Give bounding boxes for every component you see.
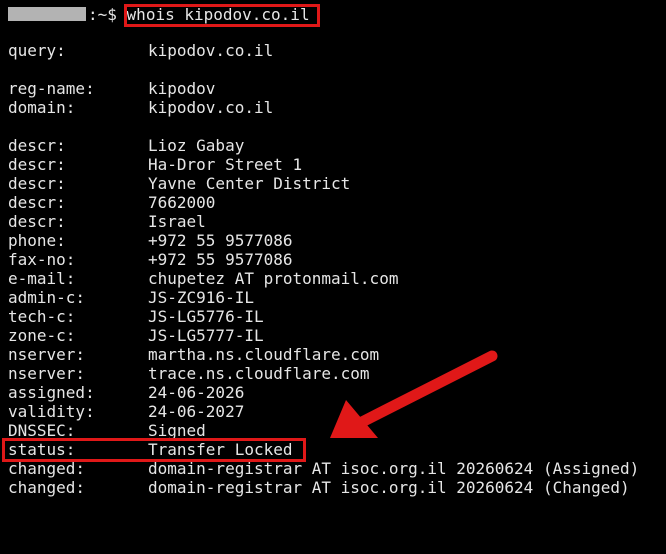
whois-key: query:: [8, 41, 66, 60]
command-highlight-box: [124, 4, 320, 27]
whois-row-descr: descr: Yavne Center District: [8, 174, 350, 193]
whois-key: changed:: [8, 478, 86, 497]
whois-row-validity: validity: 24-06-2027: [8, 402, 244, 421]
whois-value: Lioz Gabay: [148, 136, 245, 155]
whois-row-tech-c: tech-c: JS-LG5776-IL: [8, 307, 264, 326]
whois-key: nserver:: [8, 345, 86, 364]
whois-key: validity:: [8, 402, 95, 421]
whois-key: admin-c:: [8, 288, 86, 307]
whois-value: Ha-Dror Street 1: [148, 155, 303, 174]
status-highlight-box: [2, 438, 306, 462]
whois-row-fax: fax-no: +972 55 9577086: [8, 250, 293, 269]
whois-value: chupetez AT protonmail.com: [148, 269, 399, 288]
prompt-suffix: :~$: [88, 5, 117, 24]
whois-key: fax-no:: [8, 250, 76, 269]
whois-value: +972 55 9577086: [148, 250, 293, 269]
whois-key: descr:: [8, 212, 66, 231]
whois-key: zone-c:: [8, 326, 76, 345]
whois-value: trace.ns.cloudflare.com: [148, 364, 370, 383]
whois-row-changed: changed: domain-registrar AT isoc.org.il…: [8, 478, 630, 497]
whois-row-descr: descr: Israel: [8, 212, 206, 231]
whois-key: descr:: [8, 193, 66, 212]
whois-key: descr:: [8, 155, 66, 174]
whois-key: nserver:: [8, 364, 86, 383]
whois-value: Israel: [148, 212, 206, 231]
whois-value: 24-06-2027: [148, 402, 245, 421]
whois-row-assigned: assigned: 24-06-2026: [8, 383, 244, 402]
whois-value: 7662000: [148, 193, 216, 212]
redacted-username: [8, 7, 86, 21]
whois-value: martha.ns.cloudflare.com: [148, 345, 380, 364]
whois-key: domain:: [8, 98, 76, 117]
whois-row-email: e-mail: chupetez AT protonmail.com: [8, 269, 398, 288]
whois-value: domain-registrar AT isoc.org.il 20260624…: [148, 478, 630, 497]
whois-row-nserver: nserver: martha.ns.cloudflare.com: [8, 345, 379, 364]
whois-value: JS-LG5776-IL: [148, 307, 264, 326]
whois-value: kipodov: [148, 79, 216, 98]
whois-row-nserver: nserver: trace.ns.cloudflare.com: [8, 364, 370, 383]
terminal-window[interactable]: :~$ whois kipodov.co.il query: kipodov.c…: [0, 0, 666, 530]
whois-value: +972 55 9577086: [148, 231, 293, 250]
whois-key: tech-c:: [8, 307, 76, 326]
whois-key: descr:: [8, 174, 66, 193]
whois-row-query: query: kipodov.co.il: [8, 41, 273, 60]
whois-row-admin-c: admin-c: JS-ZC916-IL: [8, 288, 254, 307]
whois-row-descr: descr: 7662000: [8, 193, 215, 212]
whois-value: JS-ZC916-IL: [148, 288, 254, 307]
whois-row-descr: descr: Ha-Dror Street 1: [8, 155, 302, 174]
whois-row-reg-name: reg-name: kipodov: [8, 79, 215, 98]
whois-key: phone:: [8, 231, 66, 250]
whois-key: assigned:: [8, 383, 95, 402]
whois-value: kipodov.co.il: [148, 41, 274, 60]
whois-row-descr: descr: Lioz Gabay: [8, 136, 244, 155]
whois-value: kipodov.co.il: [148, 98, 274, 117]
whois-value: 24-06-2026: [148, 383, 245, 402]
whois-row-phone: phone: +972 55 9577086: [8, 231, 293, 250]
whois-key: e-mail:: [8, 269, 76, 288]
whois-value: Yavne Center District: [148, 174, 351, 193]
whois-row-zone-c: zone-c: JS-LG5777-IL: [8, 326, 264, 345]
whois-key: descr:: [8, 136, 66, 155]
whois-key: reg-name:: [8, 79, 95, 98]
whois-row-domain: domain: kipodov.co.il: [8, 98, 273, 117]
whois-value: JS-LG5777-IL: [148, 326, 264, 345]
